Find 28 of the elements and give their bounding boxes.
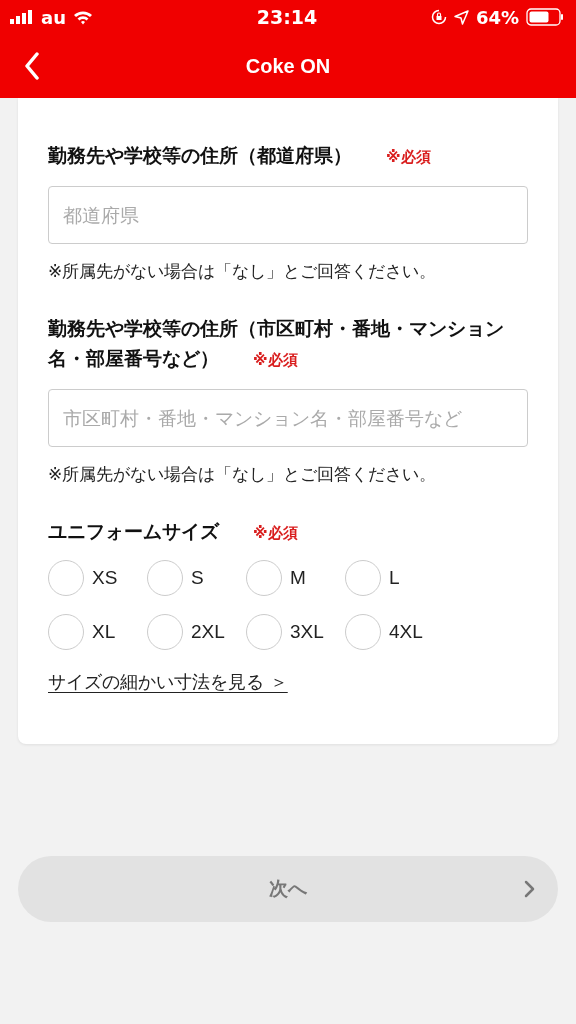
input-field[interactable]: 都道府県 <box>48 186 528 244</box>
battery-icon <box>526 8 564 26</box>
wifi-icon <box>72 9 93 25</box>
signal-icon <box>10 10 34 24</box>
battery-percent: 64% <box>475 6 519 28</box>
carrier-name: au <box>41 6 66 28</box>
size-option-label: XS <box>92 567 118 589</box>
size-option-label: 3XL <box>290 621 324 643</box>
rotation-lock-icon <box>430 9 447 25</box>
location-icon <box>453 9 469 25</box>
back-icon <box>24 52 40 80</box>
field-note: ※所属先がない場合は「なし」とご回答ください。 <box>48 260 438 283</box>
field-label: 勤務先や学校等の住所（市区町村・番地・マンション名・部屋番号など） ※必須 <box>48 316 505 371</box>
size-option-label: XL <box>92 621 116 643</box>
size-option-label: S <box>191 567 204 589</box>
field-label: 勤務先や学校等の住所（都道府県） ※必須 <box>48 143 432 168</box>
required-mark: ※必須 <box>253 524 298 542</box>
size-chart-link[interactable]: サイズの細かい寸法を見る ＞ <box>48 670 288 694</box>
field-label: ユニフォームサイズ <box>48 520 219 542</box>
size-option-label: 4XL <box>389 621 423 643</box>
field-note: ※所属先がない場合は「なし」とご回答ください。 <box>48 463 438 486</box>
size-option-label: 2XL <box>191 621 225 643</box>
chevron-icon <box>524 880 536 898</box>
app-title: Coke ON <box>245 54 331 78</box>
input-field[interactable]: 市区町村・番地・マンション名・部屋番号など <box>48 389 528 447</box>
status-time: 23:14 <box>256 6 318 28</box>
size-option-label: L <box>389 567 400 589</box>
size-option-label: M <box>290 567 306 589</box>
